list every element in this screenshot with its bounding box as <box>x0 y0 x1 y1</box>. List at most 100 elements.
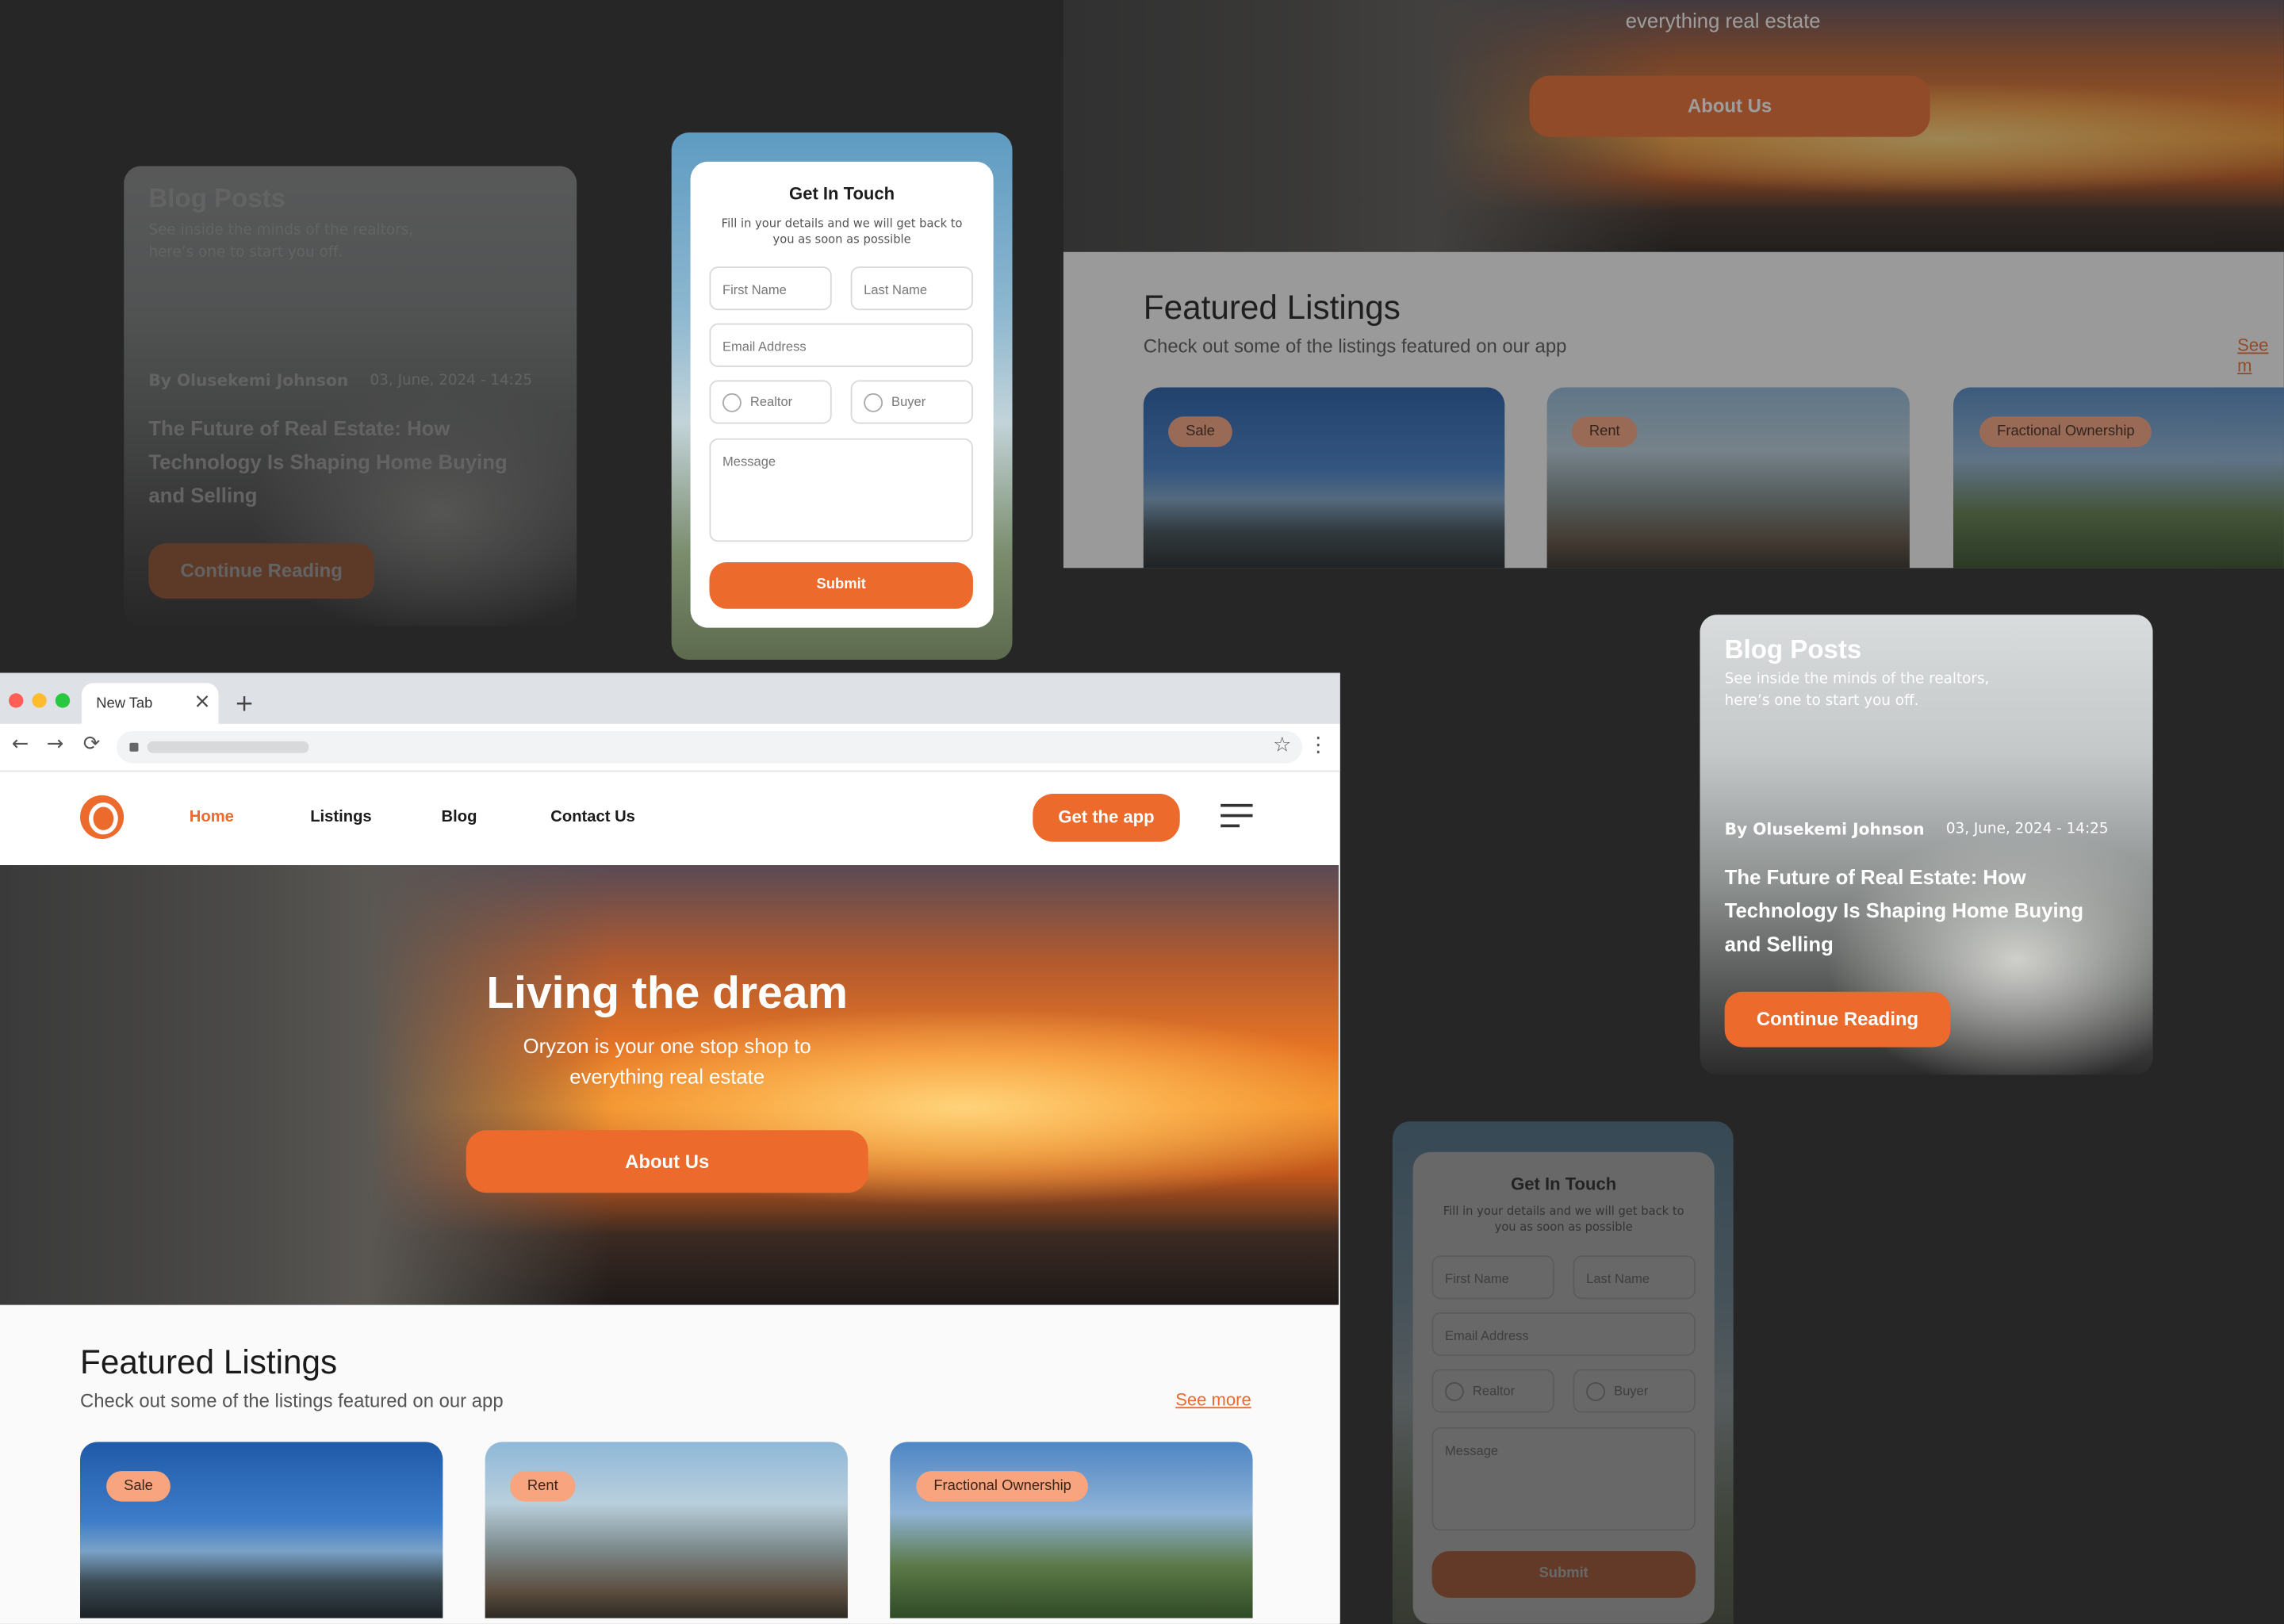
realtor-radio[interactable]: Realtor <box>709 380 832 424</box>
blog-heading: Blog Posts <box>148 183 286 213</box>
nav-listings[interactable]: Listings <box>310 808 371 825</box>
new-tab-icon[interactable]: + <box>235 689 255 717</box>
message-field[interactable]: Message <box>1431 1427 1696 1531</box>
blog-title-2: Technology Is Shaping Home Buying <box>148 450 508 473</box>
listing-tag: Rent <box>509 1471 576 1502</box>
bookmark-star-icon[interactable]: ☆ <box>1273 734 1291 757</box>
featured-subtitle: Check out some of the listings featured … <box>80 1389 504 1411</box>
get-the-app-button[interactable]: Get the app <box>1033 794 1180 842</box>
nav-home[interactable]: Home <box>190 808 234 825</box>
buyer-label: Buyer <box>891 394 926 409</box>
contact-form: Get In Touch Fill in your details and we… <box>690 161 994 628</box>
contact-title: Get In Touch <box>789 183 895 205</box>
last-name-field[interactable]: Last Name <box>850 266 973 311</box>
close-window-dot[interactable] <box>9 693 24 708</box>
first-name-field[interactable]: First Name <box>1431 1255 1554 1300</box>
listing-card-sale[interactable] <box>80 1442 443 1618</box>
buyer-radio[interactable]: Buyer <box>1573 1369 1696 1413</box>
about-us-button[interactable]: About Us <box>1529 75 1930 137</box>
realtor-label: Realtor <box>1472 1383 1516 1399</box>
buyer-radio[interactable]: Buyer <box>850 380 973 424</box>
website-preview-top: everything real estate About Us Featured… <box>1063 0 2284 569</box>
featured-title: Featured Listings <box>80 1342 338 1381</box>
contact-subtitle-2: you as soon as possible <box>772 232 911 247</box>
listing-card-rent[interactable] <box>485 1442 848 1618</box>
listing-card-fractional[interactable] <box>890 1442 1253 1618</box>
contact-card-faded: Get In Touch Fill in your details and we… <box>1392 1121 1734 1624</box>
blog-title-1: The Future of Real Estate: How <box>148 416 450 440</box>
menu-line <box>1221 803 1253 807</box>
contact-subtitle-1: Fill in your details and we will get bac… <box>1443 1204 1684 1218</box>
tab-title: New Tab <box>96 695 153 713</box>
listing-tag: Sale <box>106 1471 171 1502</box>
menu-line <box>1221 814 1253 818</box>
blog-author: By Olusekemi Johnson <box>148 371 349 391</box>
listing-card-rent[interactable] <box>1546 387 1910 569</box>
featured-title: Featured Listings <box>1143 288 1401 327</box>
blog-title-3: and Selling <box>1724 932 1834 956</box>
url-placeholder <box>147 741 309 753</box>
reload-icon[interactable]: ⟳ <box>83 733 101 756</box>
maximize-window-dot[interactable] <box>55 693 71 708</box>
hero-subtitle-1: Oryzon is your one stop shop to <box>523 1034 811 1058</box>
blog-title-1: The Future of Real Estate: How <box>1724 864 2026 889</box>
blog-title-2: Technology Is Shaping Home Buying <box>1724 898 2084 922</box>
lock-icon <box>129 742 139 752</box>
about-us-button[interactable]: About Us <box>466 1130 868 1193</box>
tab-close-icon[interactable]: × <box>194 691 211 714</box>
featured-subtitle: Check out some of the listings featured … <box>1143 335 1567 357</box>
blog-date: 03, June, 2024 - 14:25 <box>1945 821 2109 838</box>
contact-form: Get In Touch Fill in your details and we… <box>1412 1151 1715 1624</box>
browser-menu-icon[interactable]: ⋮ <box>1308 734 1328 757</box>
minimize-window-dot[interactable] <box>32 693 47 708</box>
radio-icon <box>1586 1382 1606 1401</box>
email-field[interactable]: Email Address <box>1431 1312 1696 1356</box>
blog-card-faded: Blog Posts See inside the minds of the r… <box>124 166 577 626</box>
realtor-radio[interactable]: Realtor <box>1431 1369 1554 1413</box>
hero-subtitle: everything real estate <box>1625 9 1821 33</box>
menu-line <box>1221 824 1240 828</box>
hero-title: Living the dream <box>486 967 848 1018</box>
forward-icon[interactable]: → <box>47 733 64 756</box>
nav-blog[interactable]: Blog <box>442 808 477 825</box>
email-field[interactable]: Email Address <box>709 323 973 367</box>
continue-reading-button[interactable]: Continue Reading <box>148 543 375 599</box>
blog-heading: Blog Posts <box>1724 634 1862 665</box>
blog-subtitle-2: here’s one to start you off. <box>1724 693 1919 710</box>
nav-contact[interactable]: Contact Us <box>550 808 635 825</box>
logo-inner-ring <box>89 802 118 835</box>
hero-subtitle-2: everything real estate <box>569 1064 765 1089</box>
hamburger-menu-icon[interactable] <box>1221 802 1255 829</box>
blog-card: Blog Posts See inside the minds of the r… <box>1700 615 2153 1075</box>
blog-date: 03, June, 2024 - 14:25 <box>370 373 533 389</box>
listing-tag: Fractional Ownership <box>1979 416 2152 447</box>
blog-subtitle-1: See inside the minds of the realtors, <box>148 223 414 239</box>
listing-tag: Rent <box>1571 416 1638 447</box>
blog-subtitle-1: See inside the minds of the realtors, <box>1724 671 1990 688</box>
contact-subtitle-1: Fill in your details and we will get bac… <box>721 216 963 231</box>
submit-button[interactable]: Submit <box>709 561 973 609</box>
site-logo[interactable] <box>80 795 125 839</box>
mockup-canvas: everything real estate About Us Featured… <box>0 0 2284 1624</box>
contact-title: Get In Touch <box>1511 1174 1617 1195</box>
see-more-link[interactable]: See m <box>2237 335 2284 375</box>
radio-icon <box>1445 1382 1464 1401</box>
buyer-label: Buyer <box>1614 1383 1649 1399</box>
blog-subtitle-2: here’s one to start you off. <box>148 244 343 261</box>
blog-author: By Olusekemi Johnson <box>1724 820 1925 839</box>
listing-card-sale[interactable] <box>1143 387 1505 569</box>
listing-tag: Sale <box>1168 416 1232 447</box>
back-icon[interactable]: ← <box>12 733 29 756</box>
continue-reading-button[interactable]: Continue Reading <box>1724 991 1951 1048</box>
submit-button[interactable]: Submit <box>1431 1551 1696 1598</box>
see-more-link[interactable]: See more <box>1175 1389 1251 1410</box>
listing-tag: Fractional Ownership <box>916 1471 1089 1502</box>
last-name-field[interactable]: Last Name <box>1573 1255 1696 1300</box>
message-field[interactable]: Message <box>709 438 973 542</box>
blog-title-3: and Selling <box>148 483 258 508</box>
contact-subtitle-2: you as soon as possible <box>1494 1220 1633 1234</box>
first-name-field[interactable]: First Name <box>709 266 832 311</box>
radio-icon <box>722 393 742 412</box>
listing-card-fractional[interactable] <box>1953 387 2284 569</box>
radio-icon <box>864 393 883 412</box>
